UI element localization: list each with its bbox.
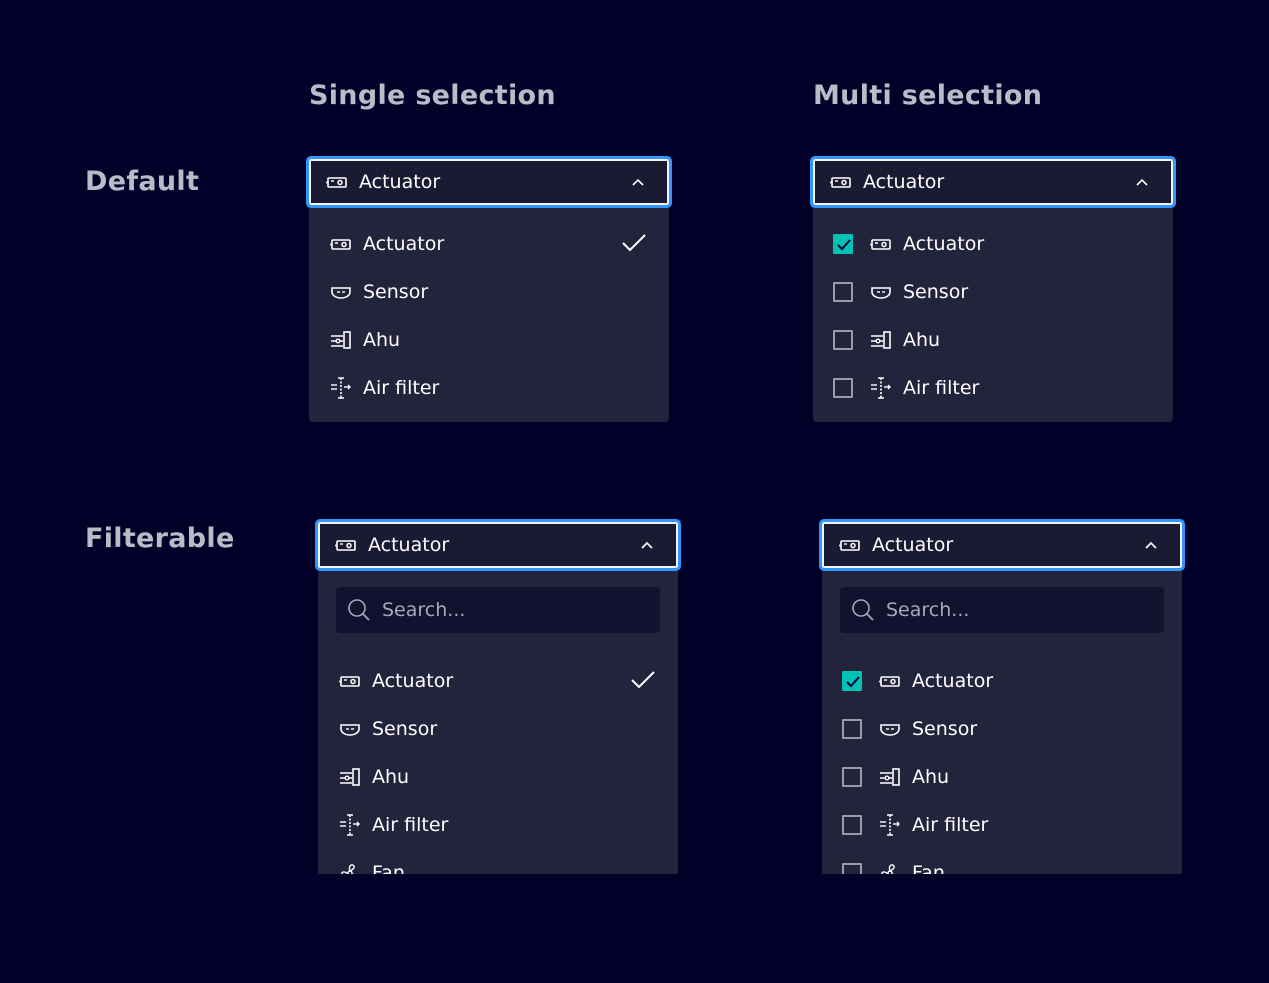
item-label: Ahu — [912, 766, 950, 788]
list-item[interactable]: Actuator — [318, 657, 678, 705]
list-item[interactable]: Sensor — [309, 268, 669, 316]
actuator-icon — [869, 232, 893, 256]
dropdown-default-single: Actuator Actuator Sensor Ahu Air filter — [306, 156, 672, 422]
list-item[interactable]: Fan — [822, 849, 1182, 874]
fan-icon — [338, 861, 362, 874]
actuator-icon — [334, 533, 358, 557]
dropdown-default-multi: Actuator Actuator Sensor Ahu Air filter — [810, 156, 1176, 422]
dropdown-field[interactable]: Actuator — [306, 156, 672, 208]
column-heading-multi: Multi selection — [813, 80, 1043, 111]
checkbox[interactable] — [842, 767, 862, 787]
item-label: Actuator — [372, 670, 454, 692]
search-icon — [852, 599, 874, 621]
air-filter-icon — [329, 376, 353, 400]
list-item[interactable]: Air filter — [822, 801, 1182, 849]
list-item[interactable]: Ahu — [318, 753, 678, 801]
item-label: Actuator — [363, 233, 445, 255]
chevron-up-icon[interactable] — [640, 538, 654, 552]
item-label: Air filter — [903, 377, 980, 399]
sensor-icon — [878, 717, 902, 741]
item-label: Fan — [912, 862, 945, 874]
dropdown-value: Actuator — [368, 534, 450, 556]
list-item[interactable]: Ahu — [822, 753, 1182, 801]
sensor-icon — [329, 280, 353, 304]
column-heading-single: Single selection — [309, 80, 556, 111]
sensor-icon — [869, 280, 893, 304]
list-item[interactable]: Fan — [318, 849, 678, 874]
list-item[interactable]: Air filter — [813, 364, 1173, 412]
fan-icon — [878, 861, 902, 874]
checkbox[interactable] — [842, 863, 862, 874]
actuator-icon — [838, 533, 862, 557]
dropdown-value: Actuator — [359, 171, 441, 193]
item-label: Ahu — [903, 329, 941, 351]
item-label: Actuator — [903, 233, 985, 255]
list-item[interactable]: Ahu — [813, 316, 1173, 364]
actuator-icon — [325, 170, 349, 194]
item-label: Sensor — [372, 718, 438, 740]
item-label: Ahu — [363, 329, 401, 351]
dropdown-field[interactable]: Actuator — [810, 156, 1176, 208]
search-placeholder: Search... — [382, 599, 466, 621]
list-item[interactable]: Ahu — [309, 316, 669, 364]
list-item[interactable]: Sensor — [318, 705, 678, 753]
dropdown-field[interactable]: Actuator — [315, 519, 681, 571]
checkbox[interactable] — [833, 378, 853, 398]
dropdown-filterable-single: Actuator Search... Actuator Sensor Ahu A… — [315, 519, 681, 874]
checkmark-icon — [622, 234, 646, 252]
item-label: Sensor — [363, 281, 429, 303]
ahu-icon — [338, 765, 362, 789]
item-label: Sensor — [903, 281, 969, 303]
air-filter-icon — [878, 813, 902, 837]
dropdown-field[interactable]: Actuator — [819, 519, 1185, 571]
chevron-up-icon[interactable] — [1144, 538, 1158, 552]
row-heading-default: Default — [85, 166, 200, 197]
list-item[interactable]: Actuator — [813, 220, 1173, 268]
dropdown-menu: Actuator Sensor Ahu Air filter — [309, 208, 669, 422]
air-filter-icon — [869, 376, 893, 400]
checkbox[interactable] — [833, 282, 853, 302]
sensor-icon — [338, 717, 362, 741]
item-label: Actuator — [912, 670, 994, 692]
ahu-icon — [878, 765, 902, 789]
item-label: Air filter — [372, 814, 449, 836]
checkbox[interactable] — [842, 719, 862, 739]
dropdown-filterable-multi: Actuator Search... Actuator Sensor Ahu A… — [819, 519, 1185, 874]
item-label: Ahu — [372, 766, 410, 788]
actuator-icon — [878, 669, 902, 693]
actuator-icon — [829, 170, 853, 194]
list-item[interactable]: Actuator — [309, 220, 669, 268]
dropdown-menu: Search... Actuator Sensor Ahu Air filter… — [822, 571, 1182, 874]
search-input[interactable]: Search... — [840, 587, 1164, 633]
item-label: Air filter — [363, 377, 440, 399]
search-input[interactable]: Search... — [336, 587, 660, 633]
search-placeholder: Search... — [886, 599, 970, 621]
dropdown-menu: Search... Actuator Sensor Ahu Air filter… — [318, 571, 678, 874]
air-filter-icon — [338, 813, 362, 837]
dropdown-value: Actuator — [863, 171, 945, 193]
item-label: Fan — [372, 862, 405, 874]
row-heading-filterable: Filterable — [85, 523, 235, 554]
chevron-up-icon[interactable] — [631, 175, 645, 189]
ahu-icon — [329, 328, 353, 352]
checkbox-checked[interactable] — [842, 671, 862, 691]
checkmark-icon — [631, 671, 655, 689]
chevron-up-icon[interactable] — [1135, 175, 1149, 189]
checkbox[interactable] — [842, 815, 862, 835]
dropdown-value: Actuator — [872, 534, 954, 556]
list-item[interactable]: Sensor — [813, 268, 1173, 316]
checkbox[interactable] — [833, 330, 853, 350]
list-item[interactable]: Air filter — [318, 801, 678, 849]
actuator-icon — [338, 669, 362, 693]
dropdown-menu: Actuator Sensor Ahu Air filter — [813, 208, 1173, 422]
item-label: Air filter — [912, 814, 989, 836]
list-item[interactable]: Actuator — [822, 657, 1182, 705]
list-item[interactable]: Sensor — [822, 705, 1182, 753]
checkbox-checked[interactable] — [833, 234, 853, 254]
ahu-icon — [869, 328, 893, 352]
item-label: Sensor — [912, 718, 978, 740]
search-icon — [348, 599, 370, 621]
actuator-icon — [329, 232, 353, 256]
list-item[interactable]: Air filter — [309, 364, 669, 412]
